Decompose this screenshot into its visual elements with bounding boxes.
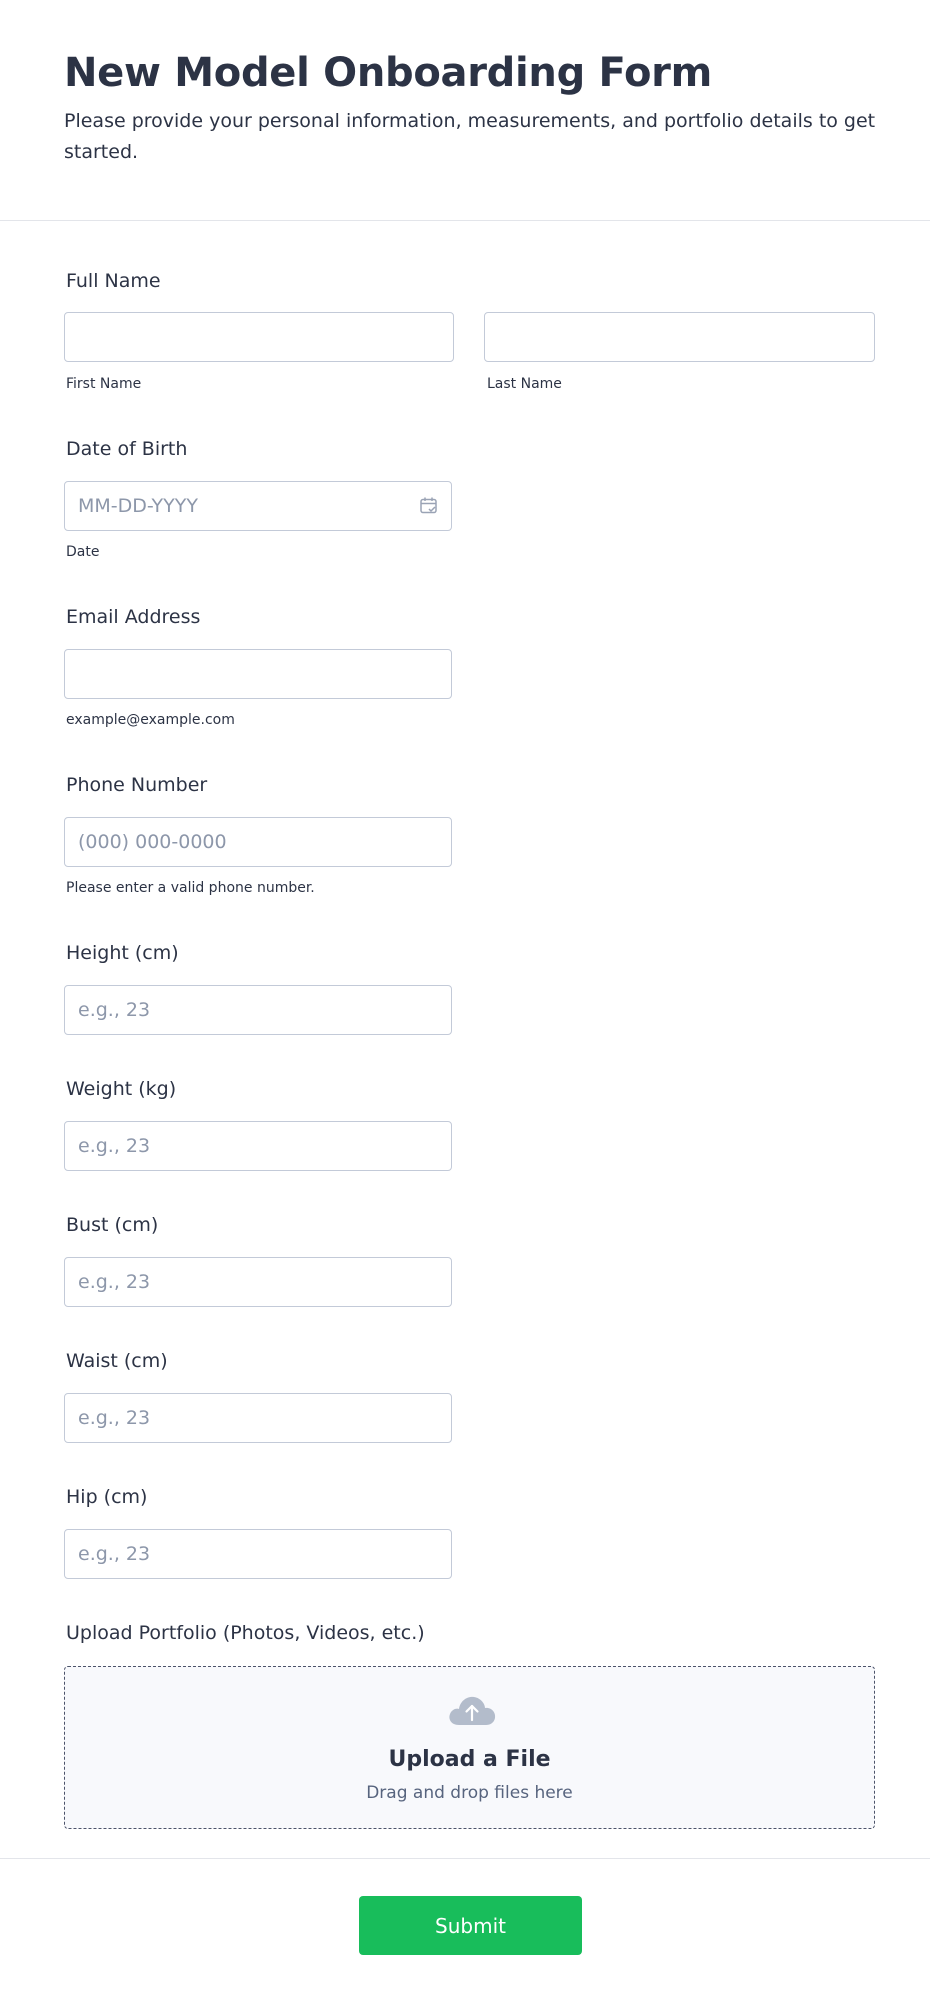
upload-title: Upload a File bbox=[388, 1747, 551, 1772]
bust-input[interactable] bbox=[64, 1257, 452, 1307]
first-name-sublabel: First Name bbox=[66, 376, 142, 392]
last-name-input[interactable] bbox=[484, 312, 875, 362]
cloud-upload-icon bbox=[449, 1696, 496, 1725]
first-name-input[interactable] bbox=[64, 312, 454, 362]
height-input[interactable] bbox=[64, 985, 452, 1035]
calendar-icon[interactable] bbox=[418, 495, 440, 517]
portfolio-label: Upload Portfolio (Photos, Videos, etc.) bbox=[66, 1622, 425, 1644]
height-label: Height (cm) bbox=[66, 942, 179, 964]
bust-label: Bust (cm) bbox=[66, 1214, 159, 1236]
email-label: Email Address bbox=[66, 606, 201, 628]
waist-input[interactable] bbox=[64, 1393, 452, 1443]
hip-label: Hip (cm) bbox=[66, 1486, 148, 1508]
waist-label: Waist (cm) bbox=[66, 1350, 168, 1372]
dob-label: Date of Birth bbox=[66, 438, 188, 460]
footer-divider bbox=[0, 1858, 930, 1859]
form-subtitle: Please provide your personal information… bbox=[64, 110, 876, 163]
phone-label: Phone Number bbox=[66, 774, 208, 796]
weight-label: Weight (kg) bbox=[66, 1078, 177, 1100]
form-title: New Model Onboarding Form bbox=[64, 50, 712, 96]
file-upload-dropzone[interactable]: Upload a File Drag and drop files here bbox=[64, 1666, 875, 1829]
upload-subtitle: Drag and drop files here bbox=[366, 1783, 573, 1803]
submit-button[interactable]: Submit bbox=[359, 1896, 582, 1955]
phone-sublabel: Please enter a valid phone number. bbox=[66, 880, 315, 896]
hip-input[interactable] bbox=[64, 1529, 452, 1579]
dob-input[interactable] bbox=[64, 481, 452, 531]
email-input[interactable] bbox=[64, 649, 452, 699]
dob-sublabel: Date bbox=[66, 544, 100, 560]
email-sublabel: example@example.com bbox=[66, 712, 235, 728]
form-header: New Model Onboarding Form Please provide… bbox=[0, 0, 930, 221]
full-name-label: Full Name bbox=[66, 270, 161, 292]
phone-input[interactable] bbox=[64, 817, 452, 867]
last-name-sublabel: Last Name bbox=[487, 376, 562, 392]
weight-input[interactable] bbox=[64, 1121, 452, 1171]
